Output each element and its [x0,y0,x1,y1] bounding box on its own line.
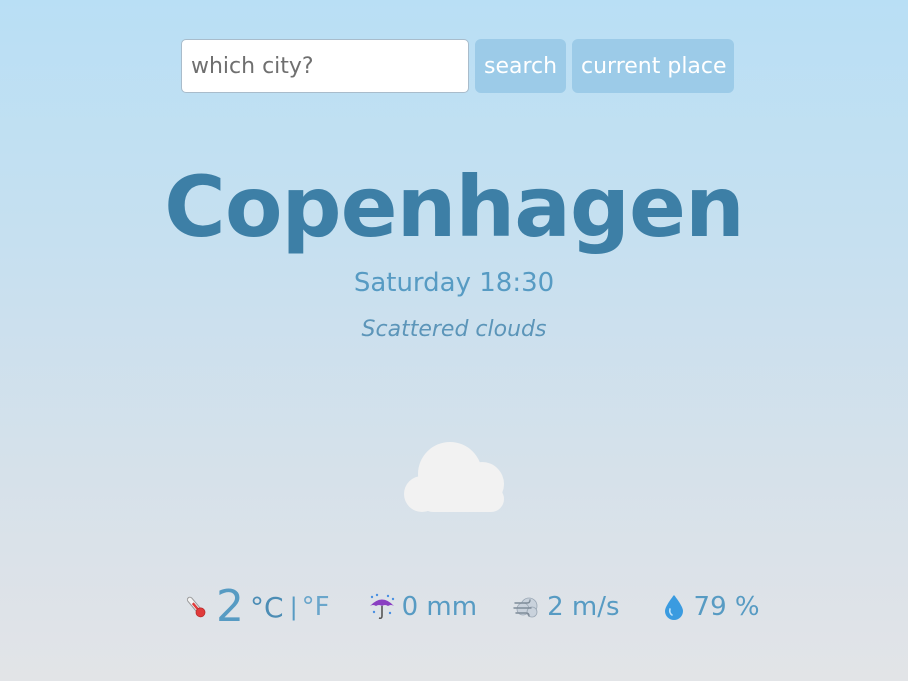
celsius-toggle[interactable]: °C [250,591,284,624]
cloud-icon [404,442,504,512]
fahrenheit-toggle[interactable]: °F [302,592,330,622]
precipitation-group: 0 mm [368,592,477,622]
humidity-value: 79 % [693,592,760,622]
city-name: Copenhagen [164,158,745,256]
unit-separator: | [289,593,298,621]
weather-description: Scattered clouds [361,317,547,342]
city-search-input[interactable] [181,39,469,93]
search-button[interactable]: search [475,39,566,93]
umbrella-rain-icon [369,593,394,620]
wind-value: 2 m/s [547,592,620,622]
current-place-button[interactable]: current place [572,39,734,93]
temperature-group: 2 °C | °F [182,585,330,629]
thermometer-icon [186,596,206,618]
humidity-group: 79 % [660,592,760,622]
temperature-value: 2 [216,581,244,632]
precipitation-value: 0 mm [401,592,478,622]
search-form: search current place [181,39,734,93]
date-time: Saturday 18:30 [353,268,555,298]
wind-icon [513,597,538,618]
wind-group: 2 m/s [513,592,620,622]
droplet-icon [664,595,683,620]
weather-stats: 2 °C | °F 0 mm 2 m/s 79 % [182,585,760,629]
